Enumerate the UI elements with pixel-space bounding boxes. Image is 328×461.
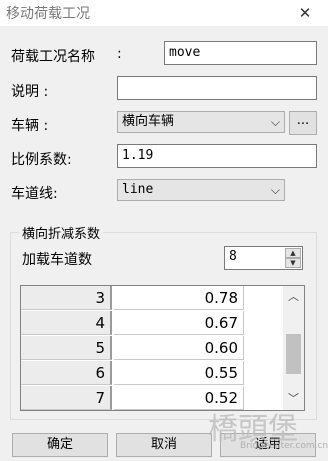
loaded-lanes-value: 8: [229, 249, 237, 264]
cancel-button[interactable]: 取消: [116, 433, 212, 457]
row-value[interactable]: 0.78: [114, 286, 244, 310]
name-colon: :: [117, 46, 122, 62]
lane-select-value: line: [122, 182, 154, 197]
scroll-thumb[interactable]: [286, 334, 301, 374]
scale-field[interactable]: 1.19: [117, 144, 317, 168]
close-icon[interactable]: ✕: [282, 0, 328, 26]
lane-label: 车道线:: [11, 186, 58, 202]
row-value[interactable]: 0.60: [114, 336, 244, 360]
lane-select[interactable]: line ⌵: [117, 179, 285, 201]
group-legend: 横向折减系数: [19, 223, 104, 242]
row-index: 6: [21, 361, 112, 385]
name-field[interactable]: move: [164, 41, 317, 65]
table-scrollbar[interactable]: ︿ ﹀: [283, 286, 304, 410]
vehicle-select[interactable]: 横向车辆 ⌵: [117, 111, 285, 133]
description-label: 说明 :: [11, 84, 49, 100]
loaded-lanes-label: 加载车道数: [22, 252, 92, 268]
reduction-table[interactable]: 3 0.78 4 0.67 5 0.60 6 0.55 7 0.52 ︿ ﹀: [20, 285, 305, 411]
watermark-url: Bridgeenter.com.cn: [240, 441, 328, 451]
ok-button[interactable]: 确定: [12, 433, 108, 457]
row-value[interactable]: 0.55: [114, 361, 244, 385]
table-row: 5 0.60: [21, 336, 283, 361]
chevron-down-icon: ⌵: [270, 115, 280, 129]
window-title: 移动荷载工况: [6, 6, 90, 22]
vehicle-label: 车辆 :: [11, 118, 49, 134]
spin-down-icon[interactable]: ▼: [285, 258, 301, 268]
row-index: 4: [21, 311, 112, 335]
spin-up-icon[interactable]: ▲: [285, 248, 301, 258]
chevron-down-icon: ⌵: [270, 183, 280, 197]
row-index: 7: [21, 386, 112, 410]
table-row: 3 0.78: [21, 286, 283, 311]
title-bar: 移动荷载工况 ✕: [0, 0, 328, 26]
chevron-up-icon[interactable]: ︿: [283, 288, 304, 305]
row-value[interactable]: 0.67: [114, 311, 244, 335]
description-field[interactable]: [117, 76, 317, 100]
vehicle-select-value: 横向车辆: [122, 114, 175, 129]
loaded-lanes-stepper[interactable]: 8 ▲ ▼: [224, 246, 303, 270]
scale-label: 比例系数:: [11, 152, 72, 168]
row-index: 3: [21, 286, 112, 310]
vehicle-browse-button[interactable]: ...: [289, 111, 317, 135]
table-row: 4 0.67: [21, 311, 283, 336]
table-row: 6 0.55: [21, 361, 283, 386]
name-label: 荷载工况名称: [11, 49, 95, 65]
row-index: 5: [21, 336, 112, 360]
